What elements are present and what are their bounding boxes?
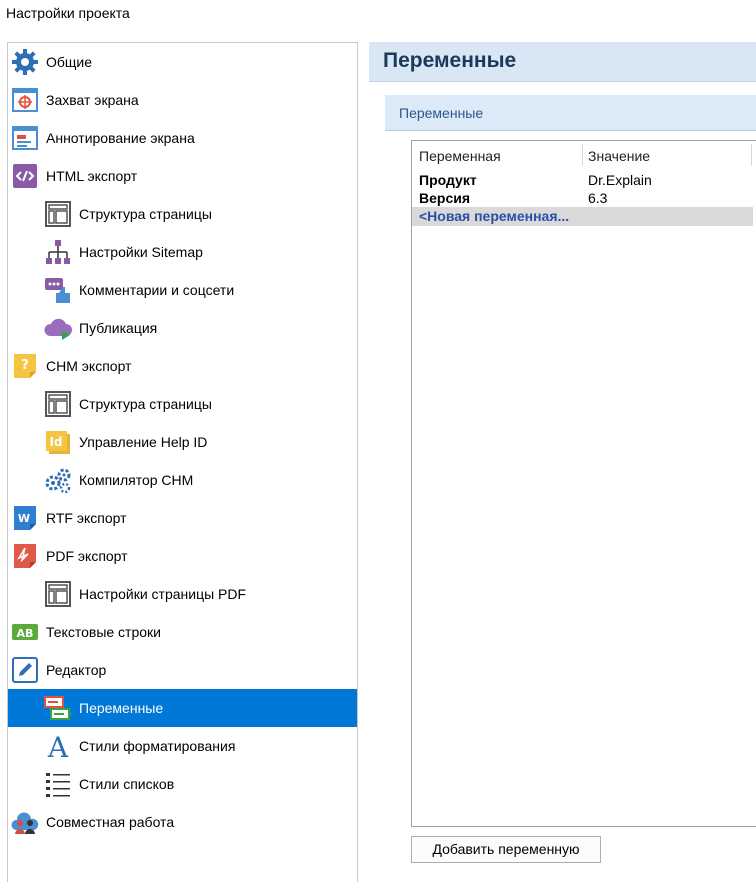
nav-item-label: Управление Help ID	[79, 434, 208, 450]
team-cloud-icon	[11, 808, 39, 836]
nav-item-formatting-styles[interactable]: A Стили форматирования	[8, 727, 357, 765]
nav-item-publishing[interactable]: Публикация	[8, 309, 357, 347]
nav-item-label: Структура страницы	[79, 396, 212, 412]
new-variable-row[interactable]: <Новая переменная...	[412, 207, 753, 226]
screen-annotation-icon	[11, 124, 39, 152]
svg-text:?: ?	[21, 358, 29, 373]
editor-pen-icon	[11, 656, 39, 684]
pdf-icon	[11, 542, 39, 570]
variable-value: Dr.Explain	[588, 172, 652, 188]
nav-item-pdf-page-settings[interactable]: Настройки страницы PDF	[8, 575, 357, 613]
table-row[interactable]: Продукт Dr.Explain	[412, 171, 756, 190]
gear-icon	[11, 48, 39, 76]
section-title: Переменные	[399, 105, 484, 121]
variable-value: 6.3	[588, 190, 608, 206]
table-row[interactable]: Версия 6.3	[412, 189, 756, 208]
settings-nav-tree: Общие Захват экрана Аннотирование экрана…	[7, 42, 358, 882]
nav-item-label: Переменные	[79, 700, 164, 716]
nav-item-label: Аннотирование экрана	[46, 130, 195, 146]
page-header: Переменные	[369, 42, 756, 82]
nav-item-label: Настройки Sitemap	[79, 244, 203, 260]
nav-item-comments-social[interactable]: Комментарии и соцсети	[8, 271, 357, 309]
nav-item-label: HTML экспорт	[46, 168, 138, 184]
nav-item-help-id[interactable]: Id Управление Help ID	[8, 423, 357, 461]
help-id-icon: Id	[44, 428, 72, 456]
nav-item-text-strings[interactable]: AB Текстовые строки	[8, 613, 357, 651]
nav-item-chm-page-structure[interactable]: Структура страницы	[8, 385, 357, 423]
nav-item-chm-compiler[interactable]: Компилятор CHM	[8, 461, 357, 499]
grid-header: Переменная Значение	[412, 141, 756, 169]
nav-item-label: Структура страницы	[79, 206, 212, 222]
text-strings-ab-icon: AB	[11, 618, 39, 646]
nav-item-list-styles[interactable]: Стили списков	[8, 765, 357, 803]
nav-item-editor[interactable]: Редактор	[8, 651, 357, 689]
compiler-gears-icon	[44, 466, 72, 494]
nav-item-label: Совместная работа	[46, 814, 175, 830]
nav-item-rtf-export[interactable]: W RTF экспорт	[8, 499, 357, 537]
nav-item-general[interactable]: Общие	[8, 43, 357, 81]
add-variable-button[interactable]: Добавить переменную	[411, 836, 601, 863]
nav-item-label: Комментарии и соцсети	[79, 282, 235, 298]
nav-item-screen-capture[interactable]: Захват экрана	[8, 81, 357, 119]
screen-capture-icon	[11, 86, 39, 114]
nav-item-label: RTF экспорт	[46, 510, 127, 526]
svg-text:AB: AB	[17, 627, 34, 640]
page-title: Переменные	[383, 49, 517, 72]
svg-text:W: W	[18, 512, 30, 525]
window-title: Настройки проекта	[6, 5, 130, 21]
nav-item-collaboration[interactable]: Совместная работа	[8, 803, 357, 841]
page-layout-icon	[44, 390, 72, 418]
page-layout-icon	[44, 580, 72, 608]
nav-item-label: Настройки страницы PDF	[79, 586, 247, 602]
variables-grid[interactable]: Переменная Значение Продукт Dr.Explain В…	[411, 140, 756, 827]
html-code-icon	[11, 162, 39, 190]
variable-name: Версия	[419, 190, 471, 206]
nav-item-label: Общие	[46, 54, 93, 70]
sitemap-icon	[44, 238, 72, 266]
column-separator[interactable]	[751, 144, 752, 166]
chm-help-icon: ?	[11, 352, 39, 380]
nav-item-label: Редактор	[46, 662, 107, 678]
nav-item-label: Стили списков	[79, 776, 175, 792]
section-header: Переменные	[385, 95, 756, 131]
page-layout-icon	[44, 200, 72, 228]
list-style-icon	[44, 770, 72, 798]
nav-item-pdf-export[interactable]: PDF экспорт	[8, 537, 357, 575]
nav-item-html-export[interactable]: HTML экспорт	[8, 157, 357, 195]
nav-item-label: Текстовые строки	[46, 624, 161, 640]
nav-item-variables[interactable]: Переменные	[8, 689, 357, 727]
nav-item-label: PDF экспорт	[46, 548, 128, 564]
new-variable-label: <Новая переменная...	[419, 208, 570, 224]
variables-icon	[44, 694, 72, 722]
nav-item-chm-export[interactable]: ? CHM экспорт	[8, 347, 357, 385]
svg-text:Id: Id	[49, 435, 62, 449]
rtf-word-icon: W	[11, 504, 39, 532]
nav-item-label: Публикация	[79, 320, 158, 336]
font-style-icon: A	[44, 732, 72, 760]
nav-item-html-page-structure[interactable]: Структура страницы	[8, 195, 357, 233]
nav-item-label: Захват экрана	[46, 92, 139, 108]
cloud-publish-icon	[44, 314, 72, 342]
column-separator[interactable]	[582, 144, 583, 166]
nav-item-label: CHM экспорт	[46, 358, 132, 374]
svg-text:A: A	[47, 732, 69, 760]
nav-item-sitemap[interactable]: Настройки Sitemap	[8, 233, 357, 271]
nav-item-screen-annotation[interactable]: Аннотирование экрана	[8, 119, 357, 157]
column-header-variable[interactable]: Переменная	[419, 148, 501, 164]
comments-like-icon	[44, 276, 72, 304]
nav-item-label: Стили форматирования	[79, 738, 236, 754]
variable-name: Продукт	[419, 172, 477, 188]
column-header-value[interactable]: Значение	[588, 148, 650, 164]
nav-item-label: Компилятор CHM	[79, 472, 194, 488]
